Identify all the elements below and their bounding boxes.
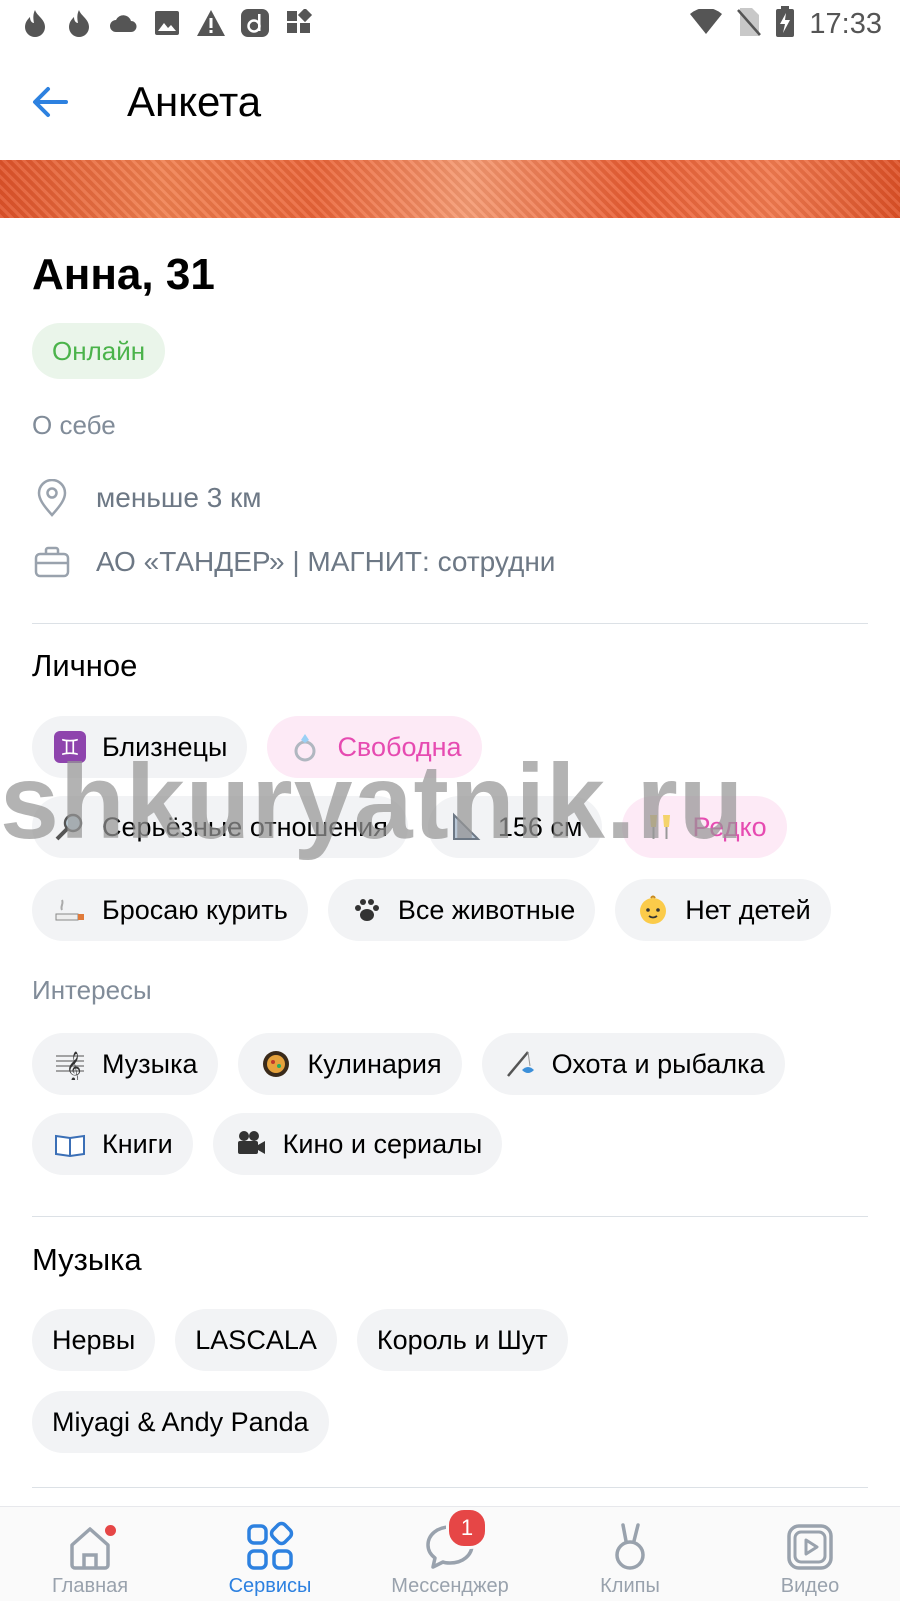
chip-interest-books: Книги: [32, 1113, 193, 1175]
no-sim-icon: [737, 7, 762, 42]
clock: 17:33: [809, 8, 882, 40]
home-icon: [64, 1521, 118, 1573]
back-button[interactable]: [28, 80, 84, 130]
tab-messenger[interactable]: 1 Мессенджер: [360, 1507, 540, 1601]
tab-clips[interactable]: Клипы: [540, 1513, 720, 1601]
notification-icons: [20, 8, 314, 38]
fishing-icon: [502, 1046, 538, 1082]
gemini-icon: ♊: [52, 729, 88, 765]
personal-chips-row-1: ♊ Близнецы Свободна: [32, 716, 482, 778]
chip-interest-movies: Кино и сериалы: [212, 1113, 503, 1175]
music-chips-row-1: Нервы LASCALA Король и Шут: [32, 1309, 568, 1371]
glasses-clink-icon: [642, 809, 678, 845]
chip-interest-music: 𝄞 Музыка: [32, 1033, 218, 1095]
widgets-icon: [284, 8, 314, 38]
chip-artist: Король и Шут: [356, 1309, 568, 1371]
tab-services[interactable]: Сервисы: [180, 1513, 360, 1601]
distance-text: меньше 3 км: [96, 482, 262, 513]
notification-dot: [103, 1523, 118, 1538]
interests-label: Интересы: [32, 975, 152, 1005]
system-status: 17:33: [689, 6, 882, 43]
tab-video[interactable]: Видео: [720, 1513, 900, 1601]
personal-chips-row-3: Бросаю курить Все животные Нет детей: [32, 879, 831, 941]
paw-icon: [348, 892, 384, 928]
work-text: АО «ТАНДЕР» | МАГНИТ: сотрудни: [96, 546, 556, 577]
divider: [32, 623, 868, 624]
status-bar: 17:33: [0, 0, 900, 50]
bottom-tab-bar: Главная Сервисы 1 Мессенджер Клипы Видео: [0, 1506, 900, 1601]
profile-photo[interactable]: [0, 160, 900, 218]
section-title-music: Музыка: [32, 1242, 142, 1277]
image-icon: [152, 8, 182, 38]
interests-chips-row-1: 𝄞 Музыка Кулинария Охота и рыбалка: [32, 1033, 785, 1095]
interests-chips-row-2: Книги Кино и сериалы: [32, 1113, 503, 1175]
work-row: АО «ТАНДЕР» | МАГНИТ: сотрудни: [32, 540, 555, 584]
chip-interest-cooking: Кулинария: [237, 1033, 462, 1095]
cloud-icon: [108, 8, 138, 38]
wifi-icon: [689, 7, 723, 40]
chip-height: 156 см: [427, 796, 603, 858]
baby-icon: [635, 892, 671, 928]
magnifier-icon: [52, 809, 88, 845]
chip-children: Нет детей: [615, 879, 831, 941]
chip-looking-for: Серьёзные отношения: [32, 796, 408, 858]
chip-artist: LASCALA: [175, 1309, 337, 1371]
chip-smoking: Бросаю курить: [32, 879, 308, 941]
page-title: Анкета: [127, 78, 262, 125]
chip-relationship-status: Свободна: [267, 716, 482, 778]
about-label: О себе: [32, 410, 116, 440]
movie-camera-icon: [233, 1126, 269, 1162]
section-title-personal: Личное: [32, 648, 138, 683]
chip-artist: Miyagi & Andy Panda: [32, 1391, 329, 1453]
chip-zodiac: ♊ Близнецы: [32, 716, 248, 778]
open-book-icon: [52, 1126, 88, 1162]
status-badge: Онлайн: [32, 323, 166, 379]
ring-icon: [287, 729, 323, 765]
music-score-icon: 𝄞: [52, 1046, 88, 1082]
unread-badge: 1: [446, 1507, 488, 1549]
flame-icon: [64, 8, 94, 38]
svg-text:♊: ♊: [60, 736, 80, 761]
chip-alcohol: Редко: [622, 796, 787, 858]
personal-chips-row-2: Серьёзные отношения 156 см Редко: [32, 796, 787, 858]
chip-artist: Нервы: [32, 1309, 156, 1371]
location-pin-icon: [32, 478, 72, 518]
triangle-ruler-icon: [448, 809, 484, 845]
services-icon: [244, 1521, 296, 1573]
arrow-left-icon: [33, 87, 68, 117]
distance-row: меньше 3 км: [32, 476, 262, 520]
chip-pets: Все животные: [327, 879, 596, 941]
messenger-icon: 1: [424, 1507, 488, 1573]
music-chips-row-2: Miyagi & Andy Panda: [32, 1391, 329, 1453]
tab-home[interactable]: Главная: [0, 1513, 180, 1601]
chip-interest-hunting-fishing: Охота и рыбалка: [481, 1033, 785, 1095]
warning-icon: [196, 8, 226, 38]
app-d-icon: [240, 8, 270, 38]
cigarette-icon: [52, 892, 88, 928]
app-header: Анкета: [0, 52, 900, 158]
cooking-pan-icon: [258, 1046, 294, 1082]
divider: [32, 1487, 868, 1488]
briefcase-icon: [32, 542, 72, 582]
svg-text:𝄞: 𝄞: [66, 1051, 81, 1080]
divider: [32, 1216, 868, 1217]
clips-icon: [604, 1521, 656, 1573]
profile-name-age: Анна, 31: [32, 250, 215, 299]
flame-icon: [20, 8, 50, 38]
video-icon: [784, 1521, 836, 1573]
battery-charging-icon: [775, 6, 795, 43]
